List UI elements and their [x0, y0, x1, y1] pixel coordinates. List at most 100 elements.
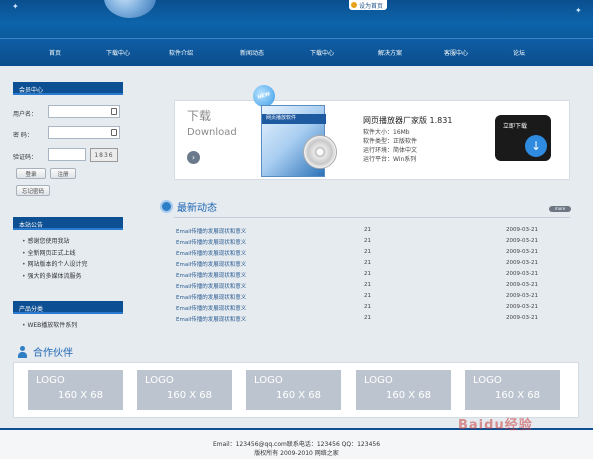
captcha-image[interactable]: 1836 [90, 148, 118, 162]
news-item-date: 2009-03-21 [506, 238, 538, 244]
list-item[interactable]: WEB播放软件系列 [22, 320, 77, 332]
partner-logo[interactable]: LOGO 160 X 68 [137, 370, 232, 410]
news-item-count: 21 [364, 227, 371, 233]
nav-item-software[interactable]: 软件介绍 [169, 48, 193, 57]
logo-text: LOGO [36, 375, 65, 386]
download-arrow-icon: ↓ [525, 135, 547, 157]
list-item[interactable]: Email传播的发展现状和意义 21 2009-03-21 [176, 315, 570, 326]
product-category-title: 产品分类 [13, 301, 123, 314]
logo-text: LOGO [254, 375, 283, 386]
list-item[interactable]: Email传播的发展现状和意义 21 2009-03-21 [176, 249, 570, 260]
nav-item-news[interactable]: 新闻动态 [240, 48, 264, 57]
lock-icon [111, 129, 117, 136]
news-item-count: 21 [364, 315, 371, 321]
news-item-date: 2009-03-21 [506, 282, 538, 288]
news-item-date: 2009-03-21 [506, 271, 538, 277]
nav-item-service[interactable]: 客服中心 [444, 48, 468, 57]
news-item-count: 21 [364, 260, 371, 266]
partners-title: 合作伙伴 [33, 348, 73, 359]
globe-logo [104, 0, 156, 18]
notice-title: 本站公告 [13, 217, 123, 230]
password-input[interactable] [48, 126, 120, 139]
news-item-title[interactable]: Email传播的发展现状和意义 [176, 271, 246, 279]
news-item-date: 2009-03-21 [506, 260, 538, 266]
nav-item-download-center[interactable]: 下载中心 [310, 48, 334, 57]
logo-size: 160 X 68 [495, 390, 541, 401]
news-item-date: 2009-03-21 [506, 304, 538, 310]
divider [174, 217, 570, 218]
list-item[interactable]: Email传播的发展现状和意义 21 2009-03-21 [176, 282, 570, 293]
news-item-date: 2009-03-21 [506, 315, 538, 321]
footer-copyright: 版权所有 2009-2010 网络之家 [254, 450, 339, 457]
download-now-button[interactable]: 立即下载 ↓ [495, 115, 551, 161]
list-item[interactable]: Email传播的发展现状和意义 21 2009-03-21 [176, 293, 570, 304]
news-item-title[interactable]: Email传播的发展现状和意义 [176, 227, 246, 235]
username-input[interactable] [48, 105, 120, 118]
list-item[interactable]: 感谢您使用我站 [22, 236, 87, 248]
news-item-count: 21 [364, 249, 371, 255]
nav-item-download[interactable]: 下载中心 [106, 48, 130, 57]
more-button[interactable]: more [549, 206, 571, 212]
list-item[interactable]: 网站版本的个人设计完 [22, 259, 87, 271]
logo-text: LOGO [473, 375, 502, 386]
password-label: 密 码： [13, 132, 33, 139]
news-item-title[interactable]: Email传播的发展现状和意义 [176, 293, 246, 301]
product-info: 软件大小：16Mb [363, 129, 410, 136]
news-item-title[interactable]: Email传播的发展现状和意义 [176, 315, 246, 323]
site-header: ✦ ✦ 设为首页 [0, 0, 593, 38]
news-item-date: 2009-03-21 [506, 249, 538, 255]
product-name: 网页播放器厂家版 1.831 [363, 116, 453, 125]
nav-item-solutions[interactable]: 解决方案 [378, 48, 402, 57]
user-icon [111, 108, 117, 115]
arrow-right-icon[interactable]: › [187, 151, 200, 164]
register-button[interactable]: 注册 [50, 168, 76, 179]
product-info: 运行平台：Win系列 [363, 156, 417, 163]
list-item[interactable]: Email传播的发展现状和意义 21 2009-03-21 [176, 227, 570, 238]
home-icon [351, 2, 357, 8]
nav-item-forum[interactable]: 论坛 [513, 48, 525, 57]
news-item-title[interactable]: Email传播的发展现状和意义 [176, 282, 246, 290]
download-en: Download [187, 127, 237, 138]
news-item-title[interactable]: Email传播的发展现状和意义 [176, 238, 246, 246]
news-item-count: 21 [364, 282, 371, 288]
logo-text: LOGO [145, 375, 174, 386]
footer-contact: Email：123456@qq.com联系电话：123456 QQ：123456 [212, 441, 381, 448]
globe-icon [160, 200, 173, 213]
partner-logo[interactable]: LOGO 160 X 68 [465, 370, 560, 410]
login-button[interactable]: 登录 [16, 168, 46, 179]
list-item[interactable]: Email传播的发展现状和意义 21 2009-03-21 [176, 238, 570, 249]
logo-size: 160 X 68 [167, 390, 213, 401]
list-item[interactable]: Email传播的发展现状和意义 21 2009-03-21 [176, 271, 570, 282]
box-title: 网页播放软件 [266, 115, 297, 121]
news-item-title[interactable]: Email传播的发展现状和意义 [176, 249, 246, 257]
sparkle-icon: ✦ [575, 6, 582, 15]
set-home-button[interactable]: 设为首页 [349, 0, 387, 10]
forgot-password-button[interactable]: 忘记密码 [16, 185, 50, 196]
member-center-title: 会员中心 [13, 82, 123, 95]
cd-disc-image [303, 135, 337, 169]
logo-text: LOGO [364, 375, 393, 386]
logo-size: 160 X 68 [386, 390, 432, 401]
person-icon [17, 345, 28, 358]
list-item[interactable]: 全新网页正式上线 [22, 248, 87, 260]
captcha-input[interactable] [48, 148, 86, 161]
news-item-title[interactable]: Email传播的发展现状和意义 [176, 304, 246, 312]
list-item[interactable]: 强大的多媒体流服务 [22, 271, 87, 283]
news-item-count: 21 [364, 238, 371, 244]
sparkle-icon: ✦ [12, 2, 19, 11]
logo-size: 160 X 68 [276, 390, 322, 401]
product-info: 软件类型：正版软件 [363, 138, 418, 145]
notice-list: 感谢您使用我站 全新网页正式上线 网站版本的个人设计完 强大的多媒体流服务 [22, 236, 87, 282]
news-item-title[interactable]: Email传播的发展现状和意义 [176, 260, 246, 268]
download-now-label: 立即下载 [503, 123, 528, 130]
nav-item-home[interactable]: 首页 [49, 48, 61, 57]
download-banner: 下载 Download › NEW 网页播放软件 网页播放器厂家版 1.831 … [174, 82, 570, 180]
partner-logo[interactable]: LOGO 160 X 68 [356, 370, 451, 410]
partner-logo[interactable]: LOGO 160 X 68 [28, 370, 123, 410]
list-item[interactable]: Email传播的发展现状和意义 21 2009-03-21 [176, 304, 570, 315]
news-item-count: 21 [364, 271, 371, 277]
main-nav: 首页 下载中心 软件介绍 新闻动态 下载中心 解决方案 客服中心 论坛 [0, 38, 593, 66]
partner-logo[interactable]: LOGO 160 X 68 [246, 370, 341, 410]
product-list: WEB播放软件系列 [22, 320, 77, 332]
list-item[interactable]: Email传播的发展现状和意义 21 2009-03-21 [176, 260, 570, 271]
